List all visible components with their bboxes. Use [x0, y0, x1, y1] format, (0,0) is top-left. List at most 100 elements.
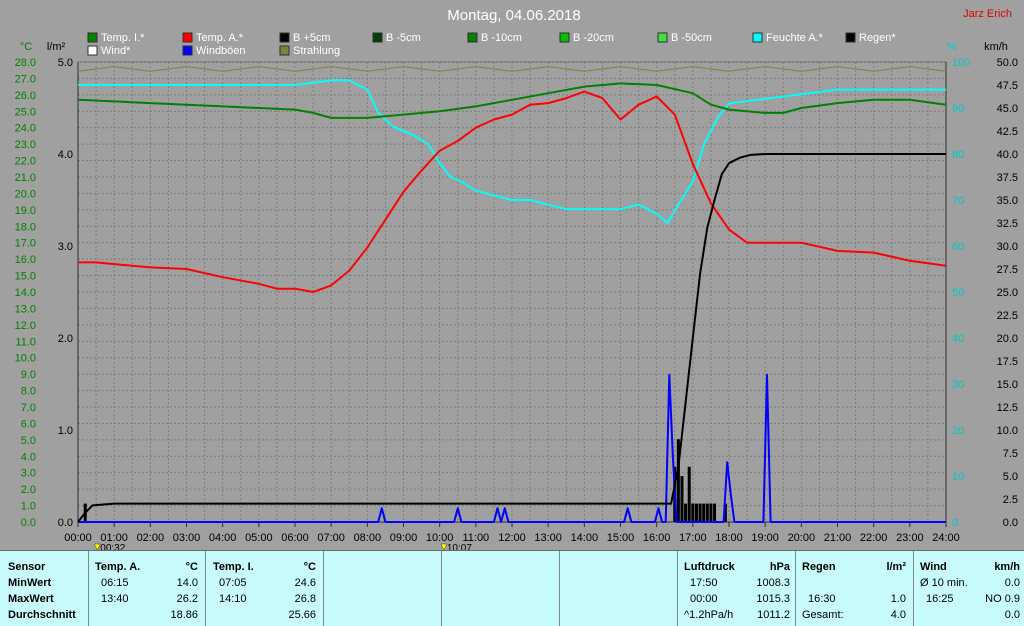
x-tick-label: 06:00 — [281, 532, 309, 544]
legend-label: Temp. I.* — [101, 32, 145, 44]
wind-tick-label: 50.0 — [997, 57, 1018, 69]
temp-tick-label: 27.0 — [15, 73, 36, 85]
panel-divider — [677, 551, 678, 626]
rain-tick-label: 5.0 — [58, 57, 73, 69]
wind-title: Wind — [920, 561, 947, 573]
temp-i-title: Temp. I. — [213, 561, 254, 573]
legend-swatch — [657, 32, 668, 43]
time-marker-label: 00:32 — [100, 543, 125, 550]
x-tick-label: 08:00 — [354, 532, 382, 544]
wind-tick-label: 42.5 — [997, 126, 1018, 138]
temp-tick-label: 12.0 — [15, 320, 36, 332]
rain-intensity-bar — [705, 503, 709, 522]
humidity-tick-label: 80 — [952, 149, 964, 161]
temp-tick-label: 19.0 — [15, 205, 36, 217]
temp-tick-label: 9.0 — [21, 369, 36, 381]
author-label: Jarz Erich — [963, 8, 1012, 20]
temp-tick-label: 14.0 — [15, 287, 36, 299]
rain-axis-unit: l/m² — [47, 41, 66, 53]
temp-tick-label: 10.0 — [15, 353, 36, 365]
rain-intensity-bar — [713, 503, 717, 522]
temp-a-min: 14.0 — [176, 577, 198, 589]
wind-tick-label: 22.5 — [997, 310, 1018, 322]
chart-date-title: Montag, 04.06.2018 — [447, 7, 580, 24]
panel-divider — [205, 551, 206, 626]
x-tick-label: 16:00 — [643, 532, 671, 544]
wind-max: NO 0.9 — [985, 593, 1020, 605]
panel-divider — [913, 551, 914, 626]
rain-max: 1.0 — [890, 593, 906, 605]
legend-label: B -5cm — [386, 32, 421, 44]
pressure-max: 1015.3 — [756, 593, 790, 605]
temp-tick-label: 28.0 — [15, 57, 36, 69]
panel-divider — [795, 551, 796, 626]
rain-intensity-bar — [698, 503, 702, 522]
statistics-panel: Sensor MinWert MaxWert Durchschnitt Temp… — [0, 550, 1024, 626]
legend-label: Strahlung — [293, 45, 340, 57]
x-tick-label: 03:00 — [173, 532, 201, 544]
x-tick-label: 02:00 — [137, 532, 165, 544]
x-tick-label: 07:00 — [317, 532, 345, 544]
rain-tick-label: 2.0 — [58, 333, 73, 345]
rain-intensity-bar — [687, 466, 691, 522]
temp-a-max-time: 13:40 — [101, 593, 129, 605]
wind-tick-label: 17.5 — [997, 356, 1018, 368]
temp-tick-label: 13.0 — [15, 303, 36, 315]
temp-i-min-time: 07:05 — [219, 577, 247, 589]
panel-divider — [88, 551, 89, 626]
panel-divider — [559, 551, 560, 626]
legend-swatch — [182, 32, 193, 43]
humidity-tick-label: 0 — [952, 517, 958, 529]
humidity-tick-label: 40 — [952, 333, 964, 345]
temp-tick-label: 5.0 — [21, 435, 36, 447]
x-tick-label: 05:00 — [245, 532, 273, 544]
x-tick-label: 13:00 — [534, 532, 562, 544]
wind-tick-label: 32.5 — [997, 218, 1018, 230]
x-tick-label: 04:00 — [209, 532, 237, 544]
x-tick-label: 21:00 — [824, 532, 852, 544]
temp-a-max: 26.2 — [176, 593, 198, 605]
legend-label: Wind* — [101, 45, 131, 57]
humidity-axis-unit: % — [947, 41, 957, 53]
x-tick-label: 17:00 — [679, 532, 707, 544]
legend-swatch — [467, 32, 478, 43]
temp-tick-label: 3.0 — [21, 468, 36, 480]
wind-tick-label: 25.0 — [997, 287, 1018, 299]
temp-tick-label: 21.0 — [15, 172, 36, 184]
wind-value3: 0.0 — [1004, 609, 1020, 621]
temp-tick-label: 1.0 — [21, 501, 36, 513]
panel-divider — [323, 551, 324, 626]
legend-swatch — [845, 32, 856, 43]
temp-tick-label: 16.0 — [15, 254, 36, 266]
temp-a-min-time: 06:15 — [101, 577, 129, 589]
x-tick-label: 20:00 — [788, 532, 816, 544]
x-tick-label: 09:00 — [390, 532, 418, 544]
rain-intensity-bar — [684, 503, 688, 522]
x-tick-label: 19:00 — [751, 532, 779, 544]
x-tick-label: 24:00 — [932, 532, 960, 544]
temp-tick-label: 6.0 — [21, 418, 36, 430]
row-label-avg: Durchschnitt — [8, 609, 76, 621]
weather-chart: Montag, 04.06.2018 Jarz Erich Temp. I.* T… — [0, 0, 1024, 550]
temp-a-avg: 18.86 — [170, 609, 198, 621]
legend-swatch — [559, 32, 570, 43]
legend-swatch — [182, 45, 193, 56]
pressure-min: 1008.3 — [756, 577, 790, 589]
sensor-header: Sensor — [8, 561, 46, 573]
legend-swatch — [372, 32, 383, 43]
legend-label: Regen* — [859, 32, 896, 44]
legend-swatch — [279, 45, 290, 56]
wind-tick-label: 40.0 — [997, 149, 1018, 161]
panel-divider — [441, 551, 442, 626]
temp-a-title: Temp. A. — [95, 561, 141, 573]
temp-tick-label: 17.0 — [15, 238, 36, 250]
wind-tick-label: 7.5 — [1003, 448, 1018, 460]
legend-label: B -50cm — [671, 32, 712, 44]
pressure-min-time: 17:50 — [690, 577, 718, 589]
temp-tick-label: 2.0 — [21, 484, 36, 496]
wind-tick-label: 12.5 — [997, 402, 1018, 414]
temp-tick-label: 15.0 — [15, 271, 36, 283]
row-label-max: MaxWert — [8, 593, 54, 605]
rain-total: 4.0 — [890, 609, 906, 621]
rain-intensity-bar — [694, 503, 698, 522]
